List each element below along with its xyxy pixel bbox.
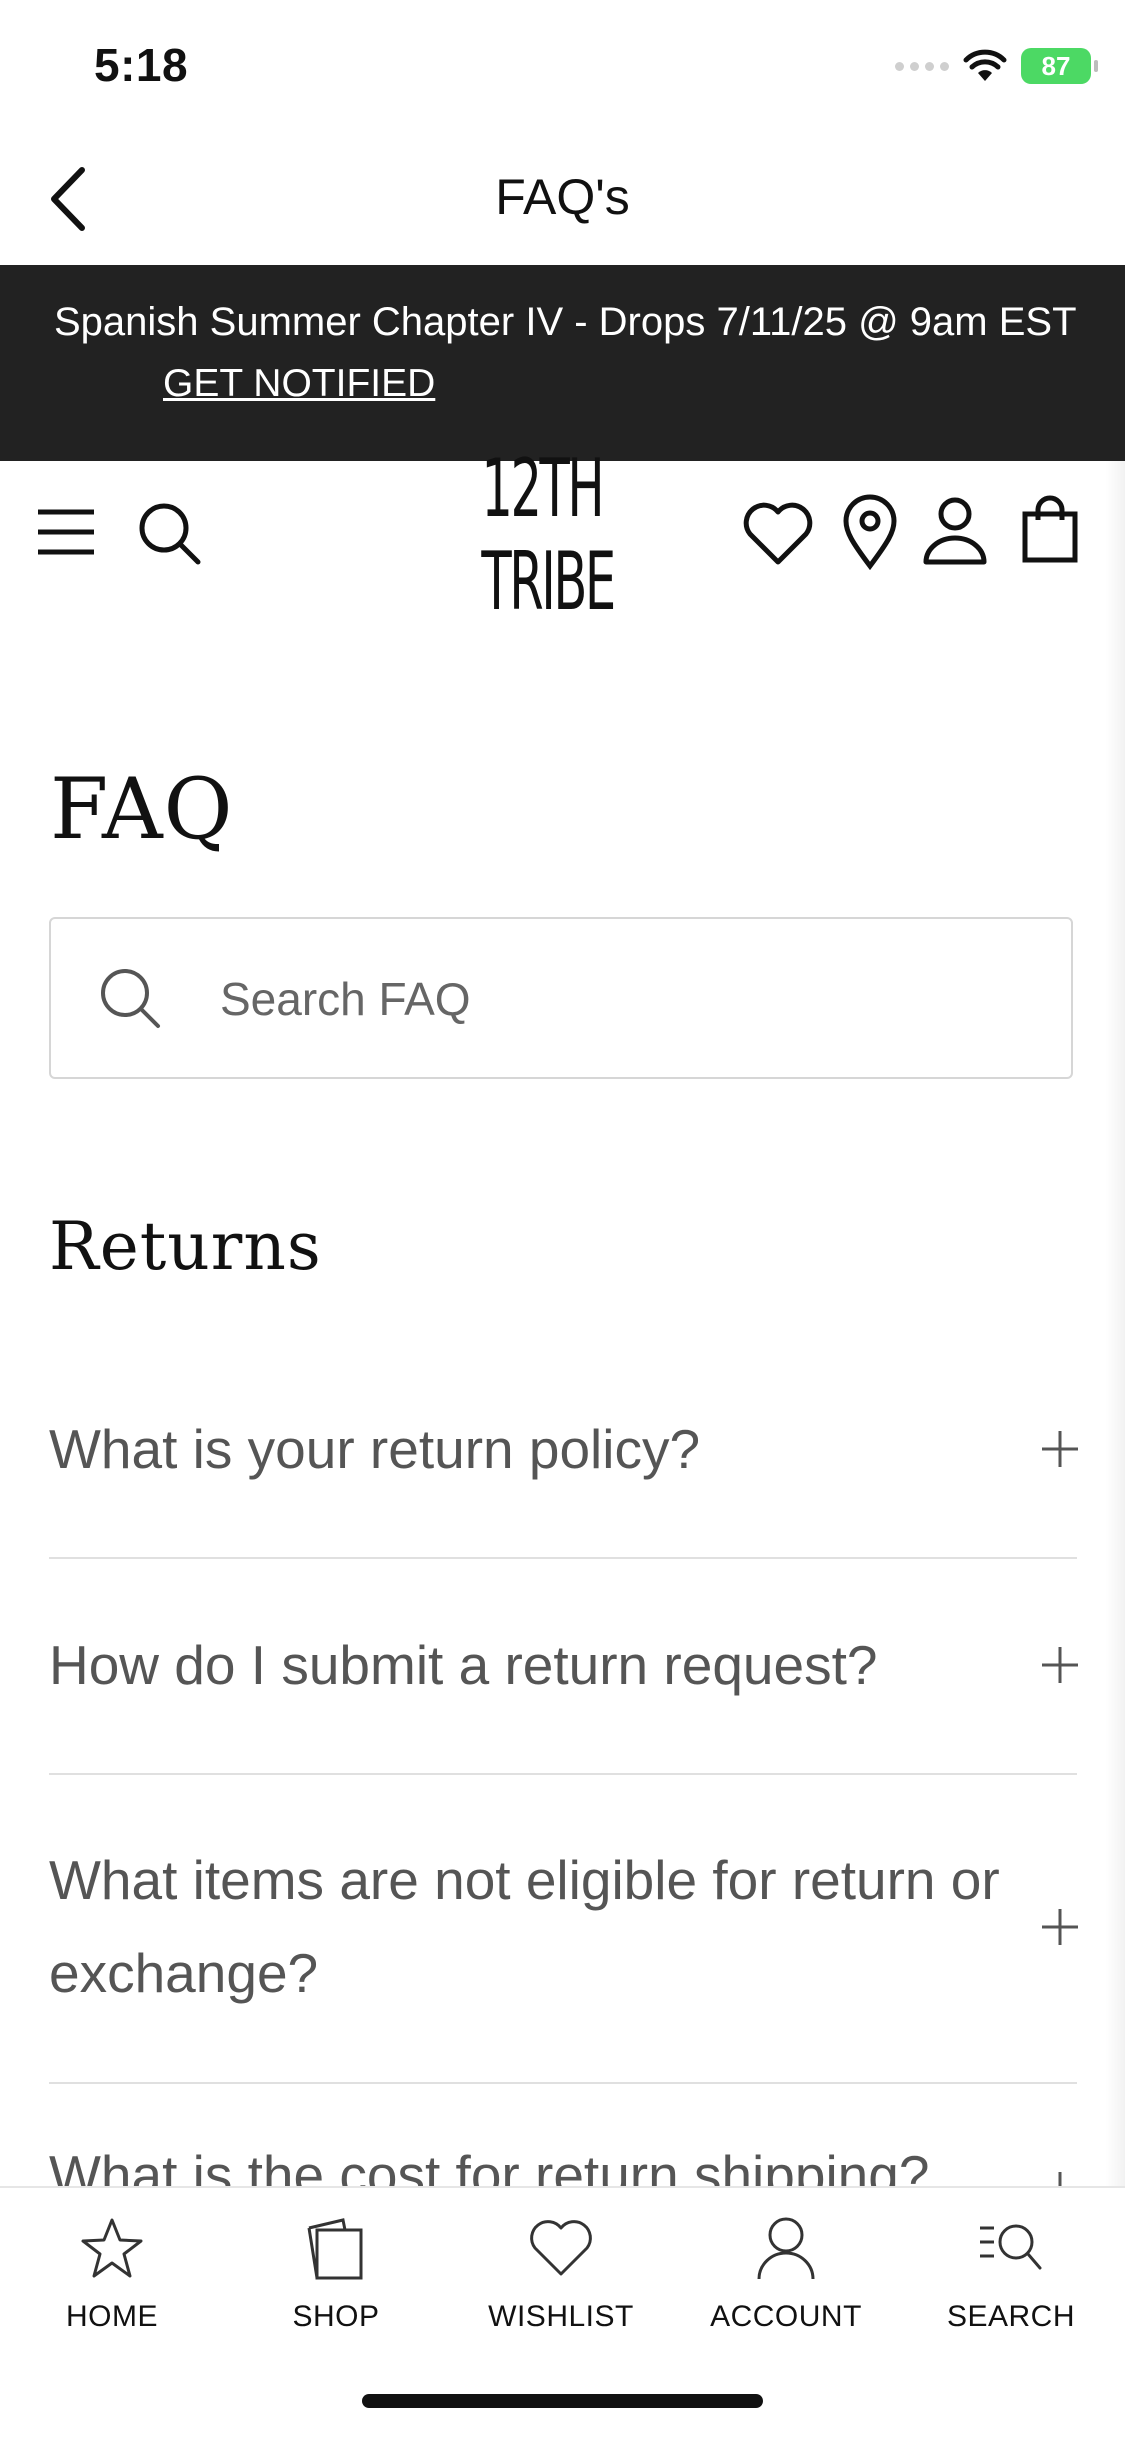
get-notified-link[interactable]: GET NOTIFIED (163, 362, 435, 406)
tab-shop[interactable]: SHOP (246, 2210, 426, 2334)
tab-label: SHOP (292, 2300, 380, 2333)
tab-account[interactable]: ACCOUNT (696, 2210, 876, 2334)
banner-text: Spanish Summer Chapter IV - Drops 7/11/2… (54, 300, 1077, 344)
account-icon[interactable] (922, 496, 988, 566)
search-list-icon (980, 2224, 1042, 2270)
wifi-icon (963, 49, 1007, 81)
tab-label: ACCOUNT (710, 2300, 862, 2333)
edge-shadow (1105, 461, 1125, 2186)
page-heading: FAQ (50, 760, 234, 858)
divider (49, 2082, 1077, 2084)
section-heading-returns: Returns (49, 1208, 322, 1285)
plus-icon-shape (1058, 2172, 1062, 2186)
hamburger-menu-icon[interactable] (36, 508, 96, 556)
home-indicator[interactable] (362, 2394, 763, 2408)
faq-search-input[interactable] (49, 917, 1073, 1079)
tab-wishlist[interactable]: WISHLIST (471, 2210, 651, 2334)
faq-question[interactable]: What is your return policy? (49, 1403, 969, 1496)
signal-icon (895, 61, 949, 71)
star-icon (81, 2218, 143, 2278)
faq-question[interactable]: What is the cost for return shipping? (49, 2137, 969, 2186)
user-icon (757, 2217, 815, 2280)
search-icon[interactable] (136, 500, 202, 566)
faq-question[interactable]: How do I submit a return request? (49, 1619, 969, 1712)
location-pin-icon[interactable] (842, 494, 898, 570)
status-icons: 87 (895, 46, 1098, 86)
shopping-bag-icon[interactable] (1020, 494, 1080, 564)
tab-label: WISHLIST (488, 2300, 634, 2333)
battery-icon: 87 (1021, 48, 1098, 84)
divider (49, 1557, 1077, 1559)
tab-home[interactable]: HOME (22, 2210, 202, 2334)
tag-icon (307, 2218, 363, 2280)
wishlist-heart-icon[interactable] (742, 502, 814, 566)
plus-icon[interactable] (1040, 1907, 1080, 1947)
tab-label: SEARCH (946, 2300, 1076, 2333)
divider (49, 1773, 1077, 1775)
faq-question[interactable]: What items are not eligible for return o… (49, 1834, 1009, 2020)
faq-question-text: What is the cost for return shipping? (49, 2144, 930, 2186)
status-time: 5:18 (94, 39, 189, 91)
plus-icon[interactable] (1040, 1645, 1080, 1685)
brand-logo[interactable]: 12TH TRIBE (481, 442, 642, 628)
battery-level: 87 (1041, 50, 1071, 81)
tab-search[interactable]: SEARCH (921, 2210, 1101, 2334)
heart-icon (530, 2220, 592, 2276)
nav-title: FAQ's (495, 169, 630, 225)
search-placeholder: Search FAQ (220, 973, 471, 1025)
tab-label: HOME (66, 2300, 158, 2333)
search-icon (101, 969, 160, 1028)
plus-icon[interactable] (1040, 1429, 1080, 1469)
plus-icon[interactable] (1040, 2170, 1080, 2186)
